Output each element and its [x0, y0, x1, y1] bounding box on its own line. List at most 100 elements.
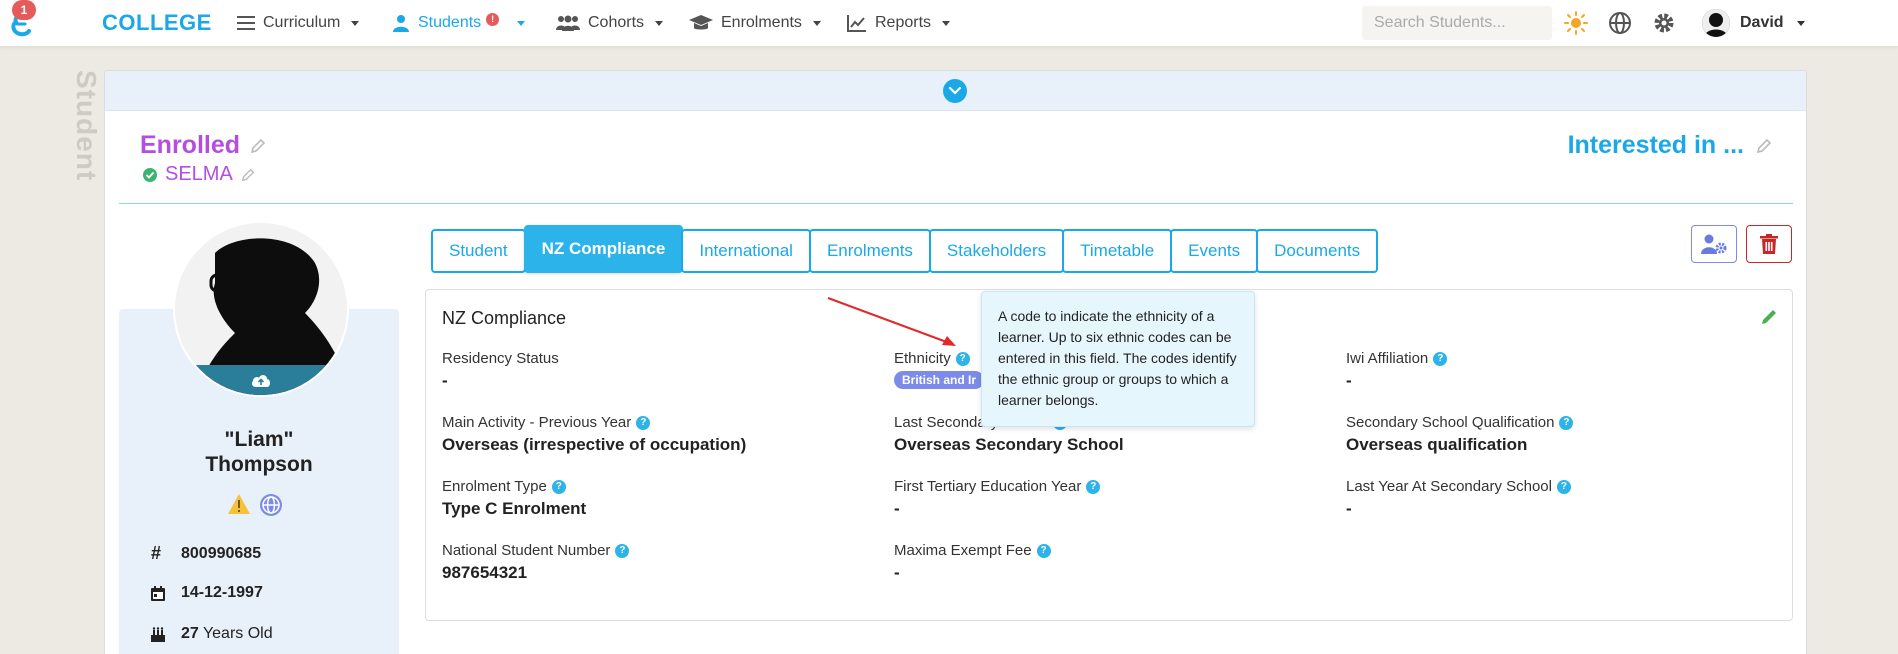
- interested-in: Interested in ...: [1568, 131, 1772, 160]
- tab-documents[interactable]: Documents: [1256, 229, 1379, 273]
- alert-badge: !: [486, 12, 500, 26]
- chevron-down-icon: [351, 20, 360, 26]
- tab-enrolments[interactable]: Enrolments: [808, 229, 931, 273]
- chevron-down-icon: [812, 20, 821, 26]
- help-icon[interactable]: ?: [551, 479, 566, 494]
- divider: [119, 203, 1793, 204]
- user-menu[interactable]: David: [1702, 8, 1805, 38]
- hamburger-icon: [237, 16, 255, 30]
- tab-events[interactable]: Events: [1170, 229, 1259, 273]
- user-cog-icon: [1701, 234, 1727, 254]
- field-main-activity: Main Activity - Previous Year? Overseas …: [442, 414, 746, 455]
- nav-label: Cohorts: [588, 14, 645, 31]
- user-name: David: [1740, 14, 1784, 31]
- field-label: Ethnicity?: [894, 350, 984, 367]
- field-label: Enrolment Type?: [442, 478, 586, 495]
- sub-status-label: SELMA: [165, 163, 233, 185]
- search-input[interactable]: [1362, 6, 1552, 40]
- user-settings-button[interactable]: [1691, 225, 1737, 263]
- chevron-down-icon: [949, 87, 961, 95]
- graduation-cap-icon: [689, 15, 713, 30]
- section-title: NZ Compliance: [442, 308, 567, 328]
- field-label: Last Year At Secondary School?: [1346, 478, 1571, 495]
- age-number: 27: [181, 625, 199, 642]
- last-name: Thompson: [205, 453, 313, 476]
- pencil-icon[interactable]: [1756, 138, 1772, 154]
- birthday-cake-icon: [151, 626, 165, 642]
- field-value: Type C Enrolment: [442, 499, 587, 518]
- help-icon[interactable]: ?: [955, 351, 970, 366]
- card-header-bar: [105, 71, 1806, 111]
- tab-international[interactable]: International: [681, 229, 811, 273]
- globe-icon[interactable]: [259, 493, 283, 517]
- nav-reports[interactable]: Reports: [847, 12, 951, 34]
- pencil-icon[interactable]: [250, 138, 266, 154]
- student-photo: [173, 221, 349, 397]
- dob-row: 14-12-1997: [151, 584, 263, 602]
- nav-cohorts[interactable]: Cohorts: [556, 12, 664, 34]
- interested-label: Interested in ...: [1567, 131, 1744, 159]
- help-icon[interactable]: ?: [1086, 479, 1101, 494]
- field-value: Overseas Secondary School: [894, 435, 1124, 454]
- nav-label: Curriculum: [263, 14, 341, 31]
- warning-icon[interactable]: [227, 493, 251, 515]
- field-label-text: Secondary School Qualification: [1346, 414, 1555, 431]
- tab-student[interactable]: Student: [431, 229, 526, 273]
- globe-icon[interactable]: [1608, 11, 1632, 35]
- nav-label: Students: [418, 14, 482, 31]
- gear-icon[interactable]: [1652, 11, 1676, 35]
- field-label: Iwi Affiliation?: [1346, 350, 1448, 367]
- brand-name[interactable]: COLLEGE: [102, 10, 212, 36]
- chevron-down-icon: [655, 20, 664, 26]
- help-icon[interactable]: ?: [1556, 479, 1571, 494]
- help-icon[interactable]: ?: [636, 415, 651, 430]
- nav-curriculum[interactable]: Curriculum: [237, 12, 360, 34]
- line-chart-icon: [847, 15, 866, 32]
- field-label-text: Last Year At Secondary School: [1346, 478, 1552, 495]
- student-name: "Liam" Thompson: [119, 427, 399, 477]
- calendar-icon: [151, 585, 165, 601]
- field-label: Maxima Exempt Fee?: [894, 542, 1051, 559]
- pencil-icon[interactable]: [1760, 308, 1778, 326]
- tab-timetable[interactable]: Timetable: [1062, 229, 1173, 273]
- delete-button[interactable]: [1746, 225, 1792, 263]
- age-suffix: Years Old: [202, 625, 273, 642]
- notification-badge[interactable]: 1: [12, 0, 36, 20]
- nav-enrolments[interactable]: Enrolments: [689, 12, 821, 34]
- field-label-text: Maxima Exempt Fee: [894, 542, 1032, 559]
- sun-icon[interactable]: [1564, 11, 1588, 35]
- field-label: National Student Number?: [442, 542, 630, 559]
- field-label: Main Activity - Previous Year?: [442, 414, 746, 431]
- field-iwi-affiliation: Iwi Affiliation? -: [1346, 350, 1448, 391]
- expand-button[interactable]: [943, 79, 967, 103]
- field-label-text: Iwi Affiliation: [1346, 350, 1429, 367]
- field-label-text: First Tertiary Education Year: [894, 478, 1082, 495]
- tab-stakeholders[interactable]: Stakeholders: [928, 229, 1065, 273]
- users-icon: [556, 15, 580, 31]
- pencil-icon[interactable]: [241, 168, 255, 182]
- sub-status: SELMA: [143, 163, 255, 186]
- tab-nz-compliance[interactable]: NZ Compliance: [523, 225, 684, 273]
- nav-students[interactable]: Students !: [392, 12, 526, 34]
- ethnicity-pill: British and Ir: [894, 371, 985, 389]
- avatar: [1702, 9, 1730, 37]
- field-label-text: Enrolment Type: [442, 478, 547, 495]
- help-icon[interactable]: ?: [1433, 351, 1448, 366]
- upload-photo-button[interactable]: [175, 365, 347, 395]
- tab-bar: Student NZ Compliance International Enro…: [431, 225, 1379, 273]
- top-navbar: 1 COLLEGE Curriculum Students ! Cohorts …: [0, 0, 1898, 47]
- help-icon[interactable]: ?: [1559, 415, 1574, 430]
- field-first-tertiary-year: First Tertiary Education Year? -: [894, 478, 1101, 519]
- chevron-down-icon: [1796, 20, 1805, 26]
- student-id: 800990685: [181, 544, 262, 562]
- field-value: -: [1346, 499, 1352, 518]
- status-title: Enrolled: [140, 131, 266, 160]
- help-icon[interactable]: ?: [1036, 543, 1051, 558]
- field-national-student-number: National Student Number? 987654321: [442, 542, 630, 583]
- field-label-text: Main Activity - Previous Year: [442, 414, 632, 431]
- help-icon[interactable]: ?: [615, 543, 630, 558]
- field-residency-status: Residency Status -: [442, 350, 559, 391]
- status-label: Enrolled: [140, 131, 241, 159]
- field-value: -: [1346, 371, 1352, 390]
- field-value: Overseas qualification: [1346, 435, 1528, 454]
